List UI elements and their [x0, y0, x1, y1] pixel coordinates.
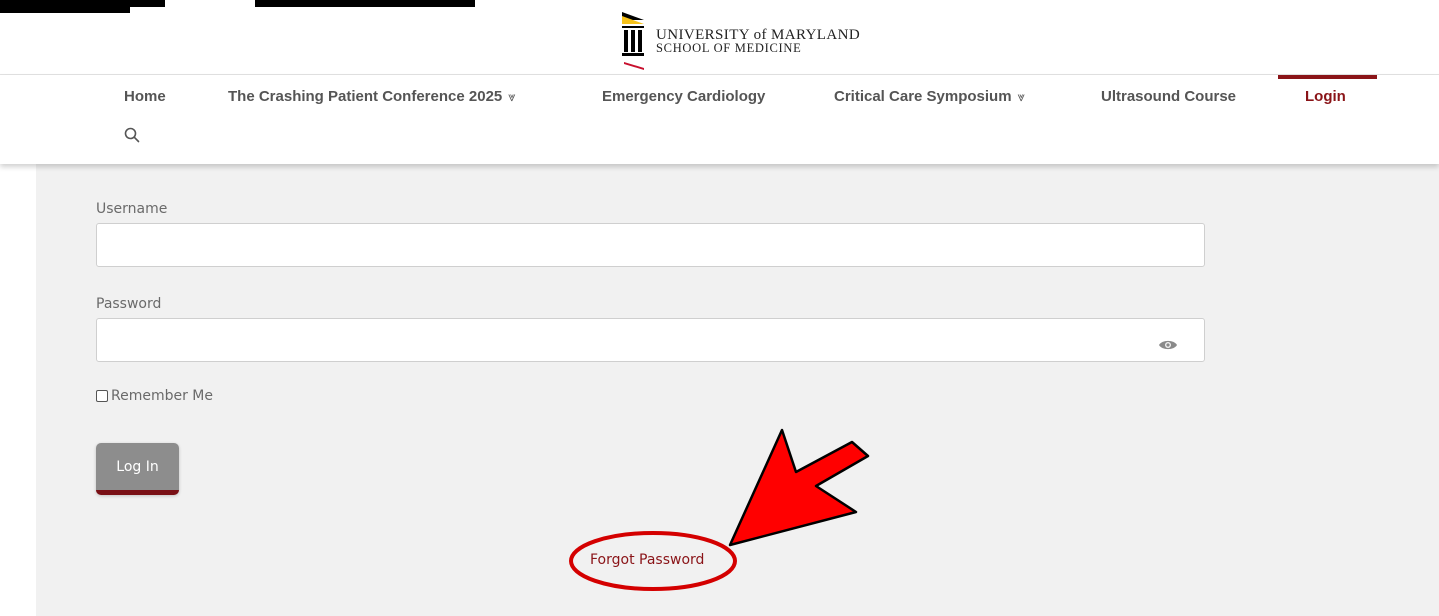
- nav-item-login[interactable]: Login: [1305, 88, 1346, 105]
- site-logo[interactable]: UNIVERSITY of MARYLAND SCHOOL OF MEDICIN…: [620, 6, 860, 72]
- nav-item-emergency-cardiology[interactable]: Emergency Cardiology: [602, 88, 765, 105]
- password-label: Password: [96, 296, 162, 312]
- umd-logo-icon: [622, 12, 644, 70]
- chevron-down-icon: ⩔: [1017, 89, 1025, 104]
- remember-me-checkbox[interactable]: [96, 390, 108, 402]
- nav-item-label: Critical Care Symposium: [834, 88, 1012, 105]
- search-icon[interactable]: [123, 126, 141, 144]
- username-input[interactable]: [96, 223, 1205, 267]
- nav-item-label: Login: [1305, 88, 1346, 105]
- main-nav: Home The Crashing Patient Conference 202…: [0, 75, 1439, 164]
- nav-item-label: The Crashing Patient Conference 2025: [228, 88, 503, 105]
- nav-item-label: Emergency Cardiology: [602, 88, 766, 105]
- remember-me-label: Remember Me: [111, 388, 213, 404]
- username-label: Username: [96, 201, 168, 217]
- brand-line-2: SCHOOL OF MEDICINE: [656, 41, 802, 55]
- top-strip: [0, 0, 130, 13]
- top-strip: [255, 0, 475, 7]
- active-indicator: [1278, 75, 1377, 79]
- nav-item-crashing-patient[interactable]: The Crashing Patient Conference 2025 ⩔: [228, 88, 516, 105]
- nav-item-critical-care[interactable]: Critical Care Symposium ⩔: [834, 88, 1025, 105]
- brand-text: UNIVERSITY of MARYLAND SCHOOL OF MEDICIN…: [656, 6, 860, 55]
- red-arrow: [728, 428, 870, 547]
- remember-me[interactable]: Remember Me: [96, 388, 213, 404]
- chevron-down-icon: ⩔: [508, 89, 516, 104]
- nav-item-label: Ultrasound Course: [1101, 88, 1237, 105]
- top-strip: [120, 0, 165, 7]
- nav-item-label: Home: [124, 88, 166, 105]
- login-button[interactable]: Log In: [96, 443, 179, 495]
- password-input[interactable]: [96, 318, 1205, 362]
- nav-item-home[interactable]: Home: [124, 88, 166, 105]
- nav-item-ultrasound[interactable]: Ultrasound Course: [1101, 88, 1236, 105]
- eye-icon[interactable]: [1158, 338, 1178, 352]
